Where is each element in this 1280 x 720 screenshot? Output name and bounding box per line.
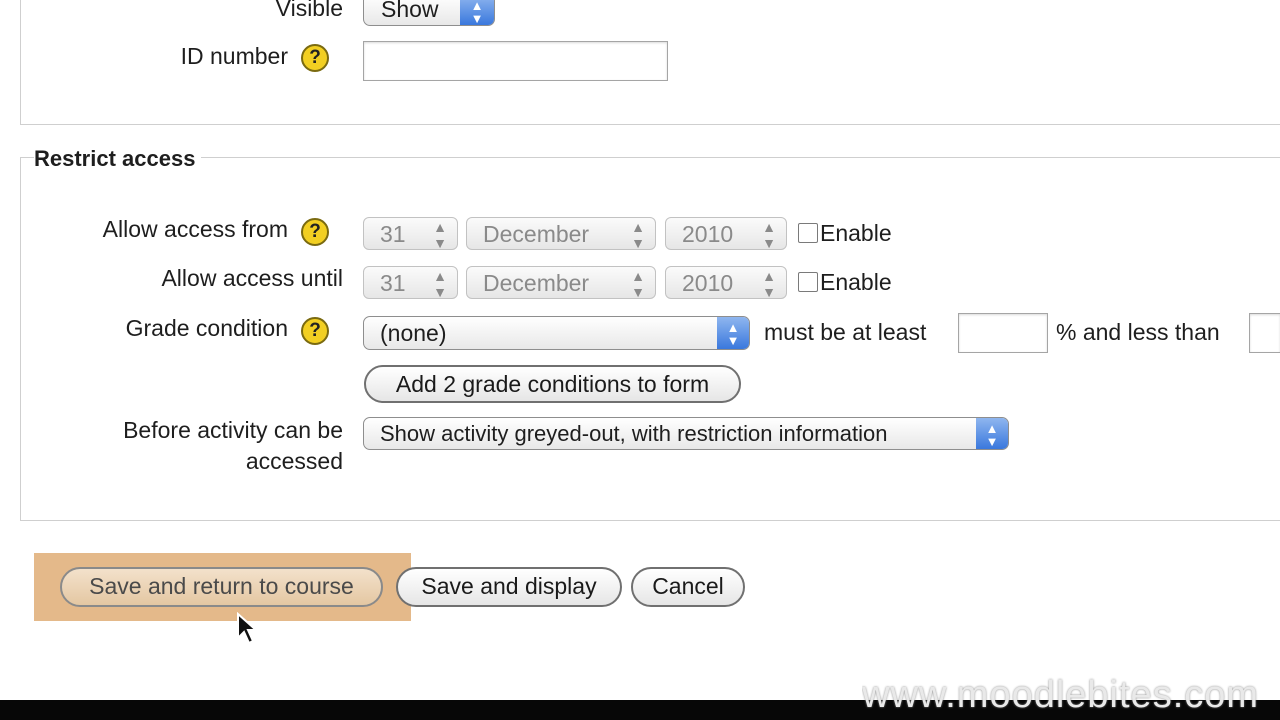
grade-max-input[interactable] — [1249, 313, 1280, 353]
select-arrows-icon: ▲ ▼ — [460, 0, 494, 25]
select-arrows-icon: ▲ ▼ — [631, 219, 645, 251]
from-year-value: 2010 — [682, 221, 734, 247]
until-enable-label: Enable — [820, 269, 892, 295]
grade-condition-label: Grade condition — [125, 315, 288, 341]
id-number-label: ID number — [180, 43, 288, 69]
allow-from-label: Allow access from — [102, 216, 288, 242]
from-month-value: December — [483, 221, 590, 247]
save-and-return-button[interactable]: Save and return to course — [60, 567, 383, 607]
from-year-select[interactable]: 2010 ▲ ▼ — [665, 217, 787, 251]
grade-min-input[interactable] — [958, 313, 1048, 353]
save-and-display-button[interactable]: Save and display — [396, 567, 622, 607]
select-arrows-icon: ▲ ▼ — [433, 268, 447, 300]
select-arrows-icon: ▲ ▼ — [762, 268, 776, 300]
from-enable-label: Enable — [820, 220, 892, 246]
before-activity-select[interactable]: Show activity greyed-out, with restricti… — [363, 417, 1009, 450]
select-arrows-icon: ▲ ▼ — [631, 268, 645, 300]
mouse-cursor-icon — [237, 612, 259, 645]
until-month-select[interactable]: December ▲ ▼ — [466, 266, 656, 300]
must-be-at-least-text: must be at least — [764, 319, 927, 345]
select-arrows-icon: ▲ ▼ — [976, 418, 1008, 449]
until-year-select[interactable]: 2010 ▲ ▼ — [665, 266, 787, 300]
until-day-value: 31 — [380, 270, 406, 296]
grade-condition-value: (none) — [380, 320, 447, 346]
help-icon[interactable]: ? — [301, 44, 329, 72]
until-year-value: 2010 — [682, 270, 734, 296]
cancel-button[interactable]: Cancel — [631, 567, 745, 607]
add-grade-conditions-button[interactable]: Add 2 grade conditions to form — [364, 365, 741, 403]
until-enable-checkbox[interactable] — [798, 272, 818, 292]
visible-label: Visible — [275, 0, 343, 21]
select-arrows-icon: ▲ ▼ — [762, 219, 776, 251]
select-arrows-icon: ▲ ▼ — [433, 219, 447, 251]
from-enable-checkbox[interactable] — [798, 223, 818, 243]
help-icon[interactable]: ? — [301, 317, 329, 345]
grade-condition-select[interactable]: (none) ▲ ▼ — [363, 316, 750, 350]
help-icon[interactable]: ? — [301, 218, 329, 246]
visible-select-value: Show — [381, 0, 439, 22]
allow-until-label: Allow access until — [161, 265, 343, 291]
id-number-input[interactable] — [363, 41, 668, 81]
before-activity-value: Show activity greyed-out, with restricti… — [380, 421, 888, 446]
restrict-access-legend: Restrict access — [34, 146, 202, 172]
select-arrows-icon: ▲ ▼ — [717, 317, 749, 349]
from-day-select[interactable]: 31 ▲ ▼ — [363, 217, 458, 251]
from-month-select[interactable]: December ▲ ▼ — [466, 217, 656, 251]
and-less-than-text: % and less than — [1056, 319, 1220, 345]
visible-select[interactable]: Show ▲ ▼ — [363, 0, 495, 26]
until-day-select[interactable]: 31 ▲ ▼ — [363, 266, 458, 300]
until-month-value: December — [483, 270, 590, 296]
watermark-text: www.moodlebites.com — [862, 674, 1260, 716]
from-day-value: 31 — [380, 221, 406, 247]
before-activity-label-line2: accessed — [245, 448, 343, 474]
before-activity-label-line1: Before activity can be — [123, 417, 343, 443]
